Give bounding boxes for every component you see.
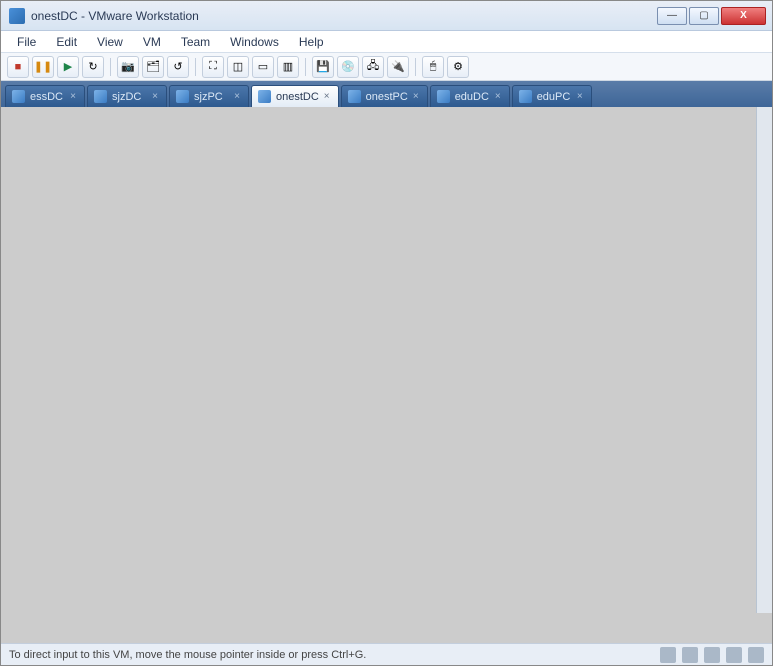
tab-label: onestDC	[276, 91, 319, 103]
vm-tabstrip: essDC × sjzDC × sjzPC × onestDC × onestPC × e…	[1, 81, 772, 107]
tab-edudc[interactable]: eduDC ×	[430, 85, 510, 107]
menu-view[interactable]: View	[89, 33, 131, 51]
play-icon[interactable]: ▶	[57, 56, 79, 78]
usb-icon[interactable]: 🔌	[387, 56, 409, 78]
menu-vm[interactable]: VM	[135, 33, 169, 51]
menu-windows[interactable]: Windows	[222, 33, 287, 51]
restart-icon[interactable]: ↻	[82, 56, 104, 78]
console-icon[interactable]: ▭	[252, 56, 274, 78]
vm-icon	[348, 90, 361, 103]
separator	[305, 58, 306, 76]
status-device-icon[interactable]	[748, 647, 764, 663]
tab-onestdc[interactable]: onestDC ×	[251, 85, 339, 107]
separator	[110, 58, 111, 76]
tab-onestpc[interactable]: onestPC ×	[341, 85, 428, 107]
network-icon[interactable]: 🖧	[362, 56, 384, 78]
menu-team[interactable]: Team	[173, 33, 218, 51]
tab-label: eduPC	[537, 91, 571, 103]
close-icon[interactable]: ×	[70, 91, 76, 102]
menu-edit[interactable]: Edit	[48, 33, 85, 51]
tab-sjzdc[interactable]: sjzDC ×	[87, 85, 167, 107]
cd-icon[interactable]: 💿	[337, 56, 359, 78]
minimize-button[interactable]: —	[657, 7, 687, 25]
close-icon[interactable]: ×	[324, 91, 330, 102]
vmware-icon	[9, 8, 25, 24]
tab-label: onestPC	[366, 91, 408, 103]
vm-icon	[176, 90, 189, 103]
stop-icon[interactable]: ■	[7, 56, 29, 78]
vm-icon	[519, 90, 532, 103]
pause-icon[interactable]: ❚❚	[32, 56, 54, 78]
tab-sjzpc[interactable]: sjzPC ×	[169, 85, 249, 107]
close-icon[interactable]: ×	[413, 91, 419, 102]
tab-label: essDC	[30, 91, 63, 103]
status-device-icon[interactable]	[726, 647, 742, 663]
close-icon[interactable]: ×	[234, 91, 240, 102]
preferences-icon[interactable]: ⚙	[447, 56, 469, 78]
maximize-button[interactable]: ▢	[689, 7, 719, 25]
tab-label: eduDC	[455, 91, 489, 103]
menu-file[interactable]: File	[9, 33, 44, 51]
snapshot-icon[interactable]: 📷	[117, 56, 139, 78]
vm-icon	[94, 90, 107, 103]
vm-icon	[258, 90, 271, 103]
tab-essdc[interactable]: essDC ×	[5, 85, 85, 107]
separator	[195, 58, 196, 76]
tab-edupc[interactable]: eduPC ×	[512, 85, 592, 107]
toolbar: ■ ❚❚ ▶ ↻ 📷 🗂 ↺ ⛶ ◫ ▭ ▥ 💾 💿 🖧 🔌 🖱 ⚙	[1, 53, 772, 81]
grab-input-icon[interactable]: 🖱	[422, 56, 444, 78]
close-icon[interactable]: ×	[577, 91, 583, 102]
floppy-icon[interactable]: 💾	[312, 56, 334, 78]
status-device-icon[interactable]	[660, 647, 676, 663]
revert-icon[interactable]: ↺	[167, 56, 189, 78]
menu-help[interactable]: Help	[291, 33, 332, 51]
vm-icon	[12, 90, 25, 103]
unity-icon[interactable]: ◫	[227, 56, 249, 78]
status-device-icon[interactable]	[682, 647, 698, 663]
window-title: onestDC - VMware Workstation	[31, 9, 657, 23]
tab-label: sjzPC	[194, 91, 223, 103]
snapshot-manager-icon[interactable]: 🗂	[142, 56, 164, 78]
close-icon[interactable]: ×	[495, 91, 501, 102]
fullscreen-icon[interactable]: ⛶	[202, 56, 224, 78]
status-hint: To direct input to this VM, move the mou…	[9, 649, 366, 661]
separator	[415, 58, 416, 76]
menubar: File Edit View VM Team Windows Help	[1, 31, 772, 53]
tab-label: sjzDC	[112, 91, 141, 103]
statusbar: To direct input to this VM, move the mou…	[1, 643, 772, 665]
vm-icon	[437, 90, 450, 103]
close-button[interactable]: X	[721, 7, 766, 25]
multimon-icon[interactable]: ▥	[277, 56, 299, 78]
status-device-icon[interactable]	[704, 647, 720, 663]
titlebar: onestDC - VMware Workstation — ▢ X	[1, 1, 772, 31]
close-icon[interactable]: ×	[152, 91, 158, 102]
scrollbar-vertical[interactable]	[756, 107, 772, 613]
